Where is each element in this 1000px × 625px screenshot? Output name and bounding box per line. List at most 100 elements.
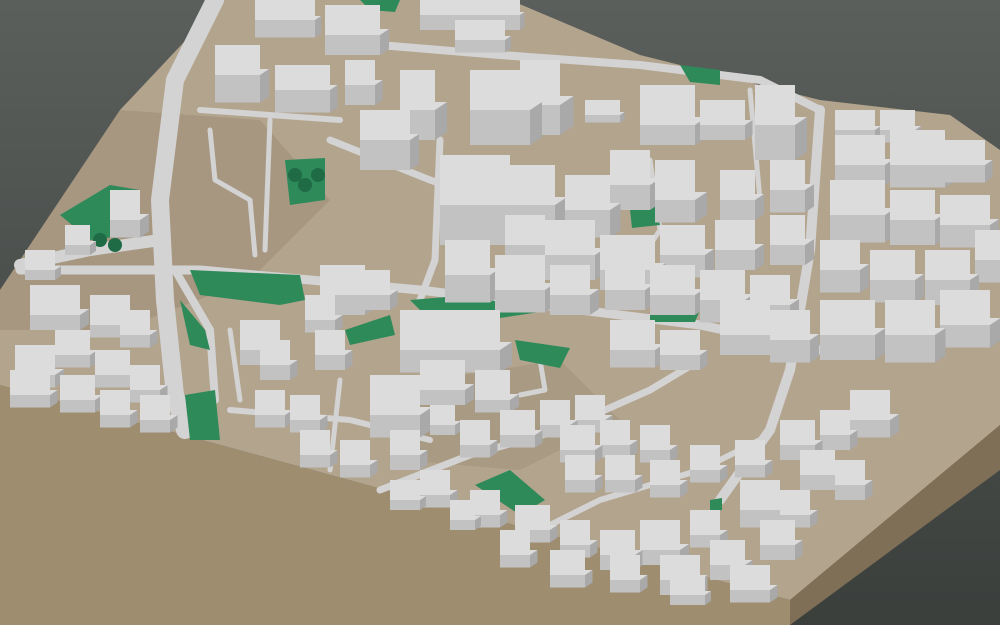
building-front-face bbox=[760, 545, 795, 560]
building-front-face bbox=[350, 295, 390, 310]
building-front-face bbox=[650, 485, 680, 498]
building-front-face bbox=[730, 590, 770, 603]
building-front-face bbox=[640, 125, 695, 145]
building-front-face bbox=[255, 415, 285, 428]
building-front-face bbox=[495, 290, 545, 313]
building-roof bbox=[700, 120, 753, 125]
building-front-face bbox=[715, 250, 755, 270]
building-front-face bbox=[835, 485, 865, 500]
building-front-face bbox=[885, 335, 935, 363]
building-front-face bbox=[360, 140, 410, 170]
building-roof bbox=[60, 395, 103, 400]
building bbox=[670, 575, 711, 605]
building-roof bbox=[760, 540, 803, 545]
building-roof bbox=[550, 570, 593, 575]
building-front-face bbox=[60, 400, 95, 413]
building-roof bbox=[925, 274, 979, 280]
building-roof bbox=[390, 496, 426, 500]
building-roof bbox=[830, 208, 896, 215]
building-front-face bbox=[605, 290, 645, 310]
building-roof bbox=[660, 350, 708, 355]
tree bbox=[288, 168, 302, 182]
building bbox=[255, 0, 321, 38]
building-roof bbox=[10, 390, 58, 395]
building-front-face bbox=[700, 125, 745, 140]
building-front-face bbox=[720, 335, 770, 355]
building-roof bbox=[710, 560, 753, 565]
building-roof bbox=[55, 350, 98, 355]
building-front-face bbox=[100, 415, 130, 428]
building-roof bbox=[420, 384, 474, 390]
park-area bbox=[710, 498, 722, 512]
building-front-face bbox=[460, 445, 490, 458]
map-viewport[interactable] bbox=[0, 0, 1000, 625]
building-front-face bbox=[500, 555, 530, 568]
building-front-face bbox=[940, 325, 990, 348]
building bbox=[700, 100, 753, 140]
building-roof bbox=[730, 585, 778, 590]
building-front-face bbox=[140, 420, 170, 433]
building-roof bbox=[325, 29, 389, 35]
building-front-face bbox=[610, 580, 640, 593]
building-front-face bbox=[30, 315, 80, 330]
park-area bbox=[185, 390, 220, 440]
building-front-face bbox=[390, 455, 420, 470]
building-front-face bbox=[890, 220, 935, 245]
building-front-face bbox=[585, 115, 620, 123]
building-roof bbox=[780, 440, 823, 445]
building-roof bbox=[545, 248, 606, 255]
building-front-face bbox=[260, 365, 290, 380]
building-roof bbox=[600, 550, 643, 555]
building-front-face bbox=[605, 480, 635, 493]
building-roof bbox=[670, 591, 711, 595]
tree bbox=[108, 238, 122, 252]
building-roof bbox=[215, 69, 269, 75]
building-front-face bbox=[345, 85, 375, 105]
building-front-face bbox=[735, 465, 765, 478]
building-front-face bbox=[830, 215, 885, 243]
building-roof bbox=[885, 328, 946, 335]
building-roof bbox=[890, 214, 944, 220]
building-front-face bbox=[215, 75, 260, 103]
building-roof bbox=[515, 525, 558, 530]
building-front-face bbox=[820, 335, 875, 360]
building-front-face bbox=[420, 390, 465, 405]
building-front-face bbox=[450, 520, 475, 530]
building-front-face bbox=[430, 425, 455, 435]
building-front-face bbox=[390, 500, 420, 510]
building-roof bbox=[350, 290, 398, 295]
building-roof bbox=[835, 159, 894, 165]
building-roof bbox=[585, 112, 625, 115]
building-front-face bbox=[95, 375, 130, 388]
building-roof bbox=[420, 12, 525, 15]
building-roof bbox=[275, 85, 338, 90]
building-front-face bbox=[470, 110, 530, 145]
building-front-face bbox=[10, 395, 50, 408]
building-roof bbox=[470, 102, 542, 110]
building-front-face bbox=[275, 90, 330, 113]
building bbox=[275, 65, 338, 113]
building-front-face bbox=[870, 280, 915, 303]
building-front-face bbox=[755, 125, 795, 160]
building-roof bbox=[870, 274, 924, 280]
building-roof bbox=[700, 294, 754, 300]
building-front-face bbox=[655, 200, 695, 223]
building-front-face bbox=[670, 595, 705, 605]
building bbox=[325, 5, 389, 55]
building-roof bbox=[560, 445, 603, 450]
building-side-face bbox=[410, 134, 419, 170]
tree bbox=[298, 178, 312, 192]
city-3d-model bbox=[0, 0, 1000, 625]
building-front-face bbox=[770, 340, 810, 363]
tree bbox=[311, 168, 325, 182]
building-front-face bbox=[500, 435, 535, 448]
building-roof bbox=[610, 344, 664, 350]
building-front-face bbox=[660, 355, 700, 370]
building-roof bbox=[400, 342, 512, 350]
building-roof bbox=[880, 126, 921, 130]
building-front-face bbox=[550, 575, 585, 588]
building-front-face bbox=[110, 220, 140, 238]
building-front-face bbox=[440, 205, 510, 245]
building-front-face bbox=[445, 275, 490, 303]
building-front-face bbox=[820, 435, 850, 450]
